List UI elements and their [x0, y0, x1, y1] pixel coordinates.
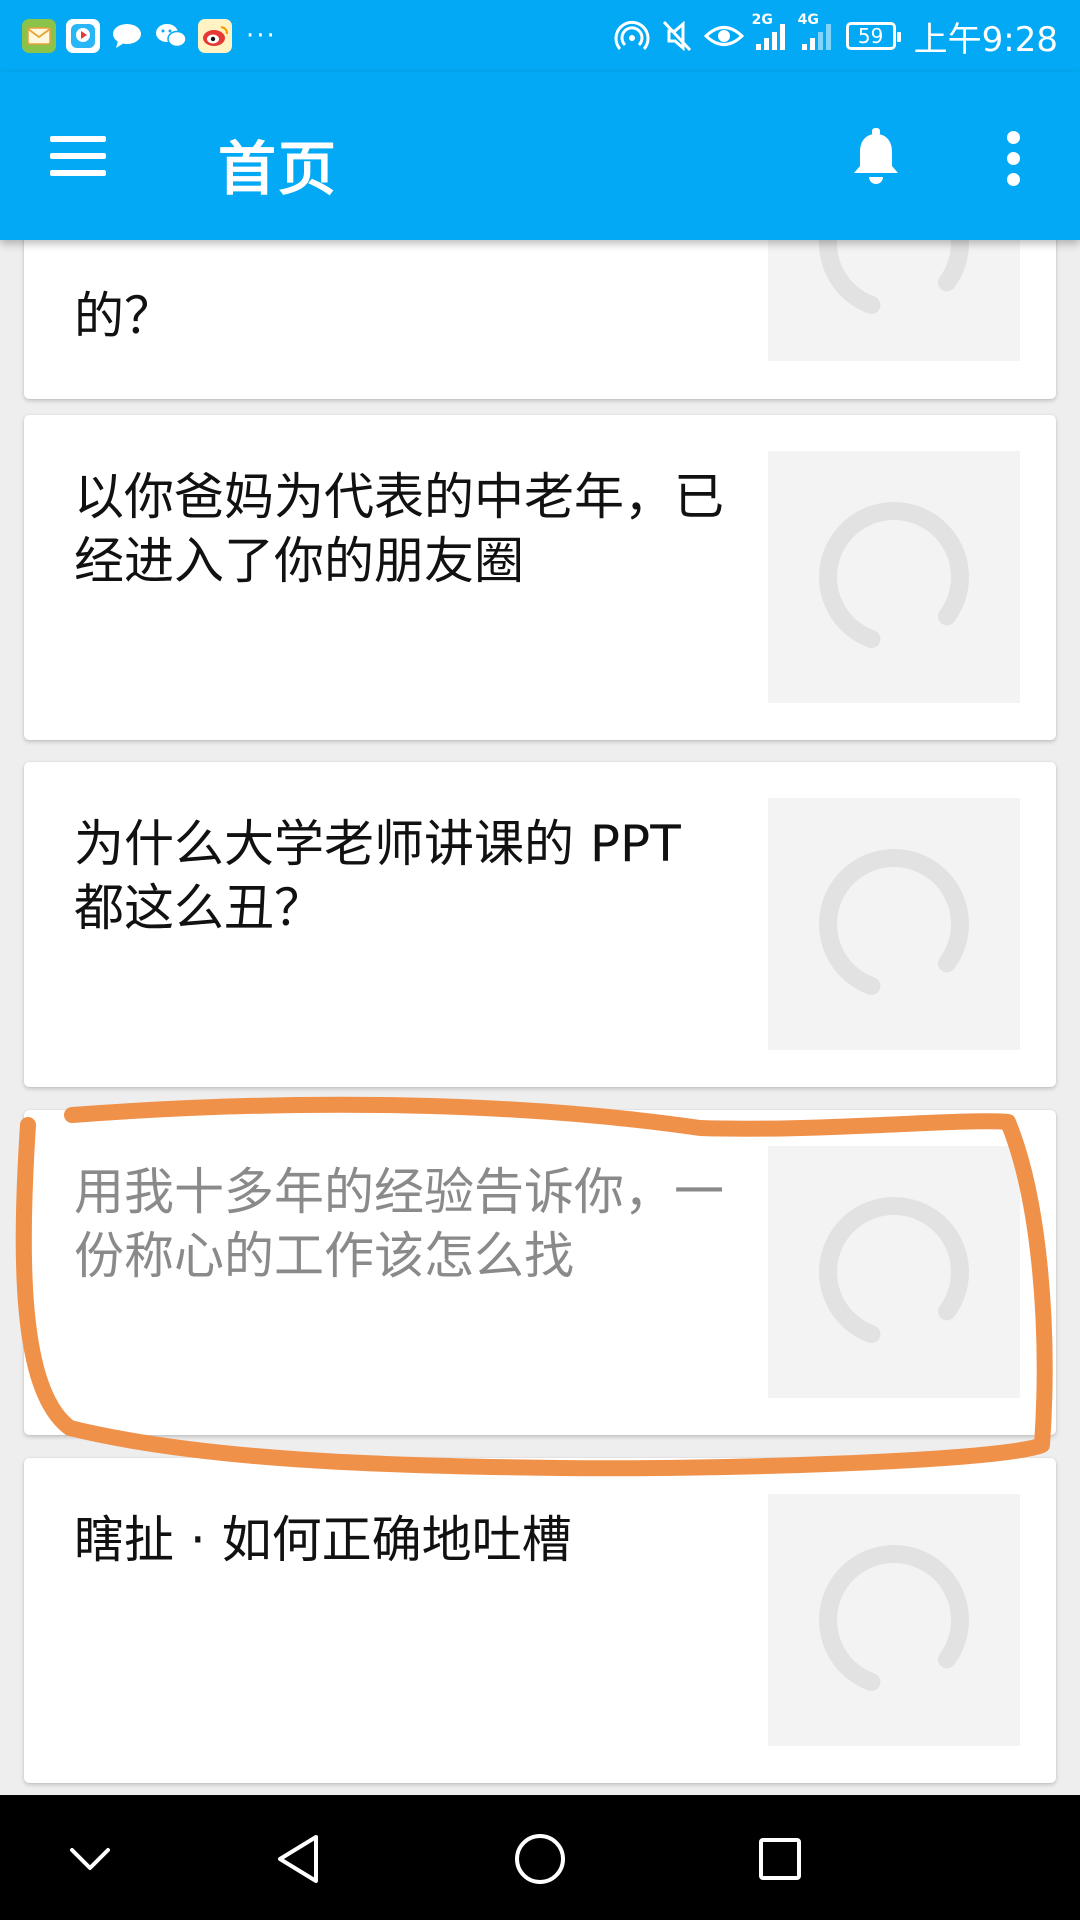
app-bar: 首页 [0, 72, 1080, 240]
back-icon [278, 1835, 318, 1883]
menu-button[interactable] [50, 128, 122, 184]
eye-icon [703, 21, 744, 51]
story-title: 为什么大学老师讲课的 PPT 都这么丑？ [74, 815, 681, 937]
home-icon [515, 1834, 565, 1884]
story-card[interactable]: 的？ [24, 240, 1056, 399]
system-indicators: 2G 4G 59 上午9:28 [614, 12, 1058, 60]
loading-spinner-icon [819, 849, 969, 999]
notification-icons: ··· [22, 16, 277, 56]
home-button[interactable] [498, 1817, 582, 1901]
story-feed: 的？ 以你爸妈为代表的中老年，已经进入了你的朋友圈 为什么大学老师讲课的 PPT… [0, 240, 1080, 1795]
message-icon [110, 19, 144, 53]
loading-spinner-icon [819, 502, 969, 652]
story-thumbnail [768, 451, 1020, 703]
weibo-icon [198, 19, 232, 53]
wechat-icon [154, 19, 188, 53]
bell-icon [854, 128, 898, 184]
page-title: 首页 [218, 135, 339, 203]
signal-icon: 4G [798, 12, 836, 52]
battery-icon: 59 [845, 22, 901, 50]
story-title: 用我十多年的经验告诉你，一份称心的工作该怎么找 [74, 1163, 724, 1285]
recents-button[interactable] [738, 1817, 822, 1901]
mute-icon [660, 18, 694, 54]
more-vert-icon [1006, 130, 1020, 144]
notifications-button[interactable] [840, 122, 912, 194]
mail-icon [22, 19, 56, 53]
loading-spinner-icon [819, 1197, 969, 1347]
video-app-icon [66, 19, 100, 53]
signal-icon: 2G [752, 12, 790, 52]
story-thumbnail [768, 1494, 1020, 1746]
story-card[interactable]: 为什么大学老师讲课的 PPT 都这么丑？ [24, 762, 1056, 1087]
clock: 上午9:28 [913, 19, 1058, 60]
loading-spinner-icon [819, 240, 969, 318]
recents-icon [759, 1838, 801, 1880]
chevron-down-icon [70, 1848, 110, 1870]
story-card[interactable]: 以你爸妈为代表的中老年，已经进入了你的朋友圈 [24, 415, 1056, 740]
system-nav-bar [0, 1795, 1080, 1920]
story-thumbnail [768, 1146, 1020, 1398]
more-options-button[interactable] [985, 122, 1041, 194]
menu-icon [50, 136, 106, 142]
story-thumbnail [768, 240, 1020, 361]
story-card[interactable]: 瞎扯 · 如何正确地吐槽 [24, 1458, 1056, 1783]
hotspot-icon [614, 18, 650, 54]
status-bar: ··· 2G 4G 59 上午9:28 [0, 0, 1080, 72]
back-button[interactable] [256, 1817, 340, 1901]
story-card[interactable]: 用我十多年的经验告诉你，一份称心的工作该怎么找 [24, 1110, 1056, 1435]
story-title: 瞎扯 · 如何正确地吐槽 [74, 1511, 572, 1569]
more-notifications-icon: ··· [246, 21, 277, 51]
story-thumbnail [768, 798, 1020, 1050]
story-title: 以你爸妈为代表的中老年，已经进入了你的朋友圈 [74, 468, 724, 590]
hide-nav-button[interactable] [48, 1817, 132, 1901]
story-title: 的？ [74, 287, 174, 345]
loading-spinner-icon [819, 1545, 969, 1695]
